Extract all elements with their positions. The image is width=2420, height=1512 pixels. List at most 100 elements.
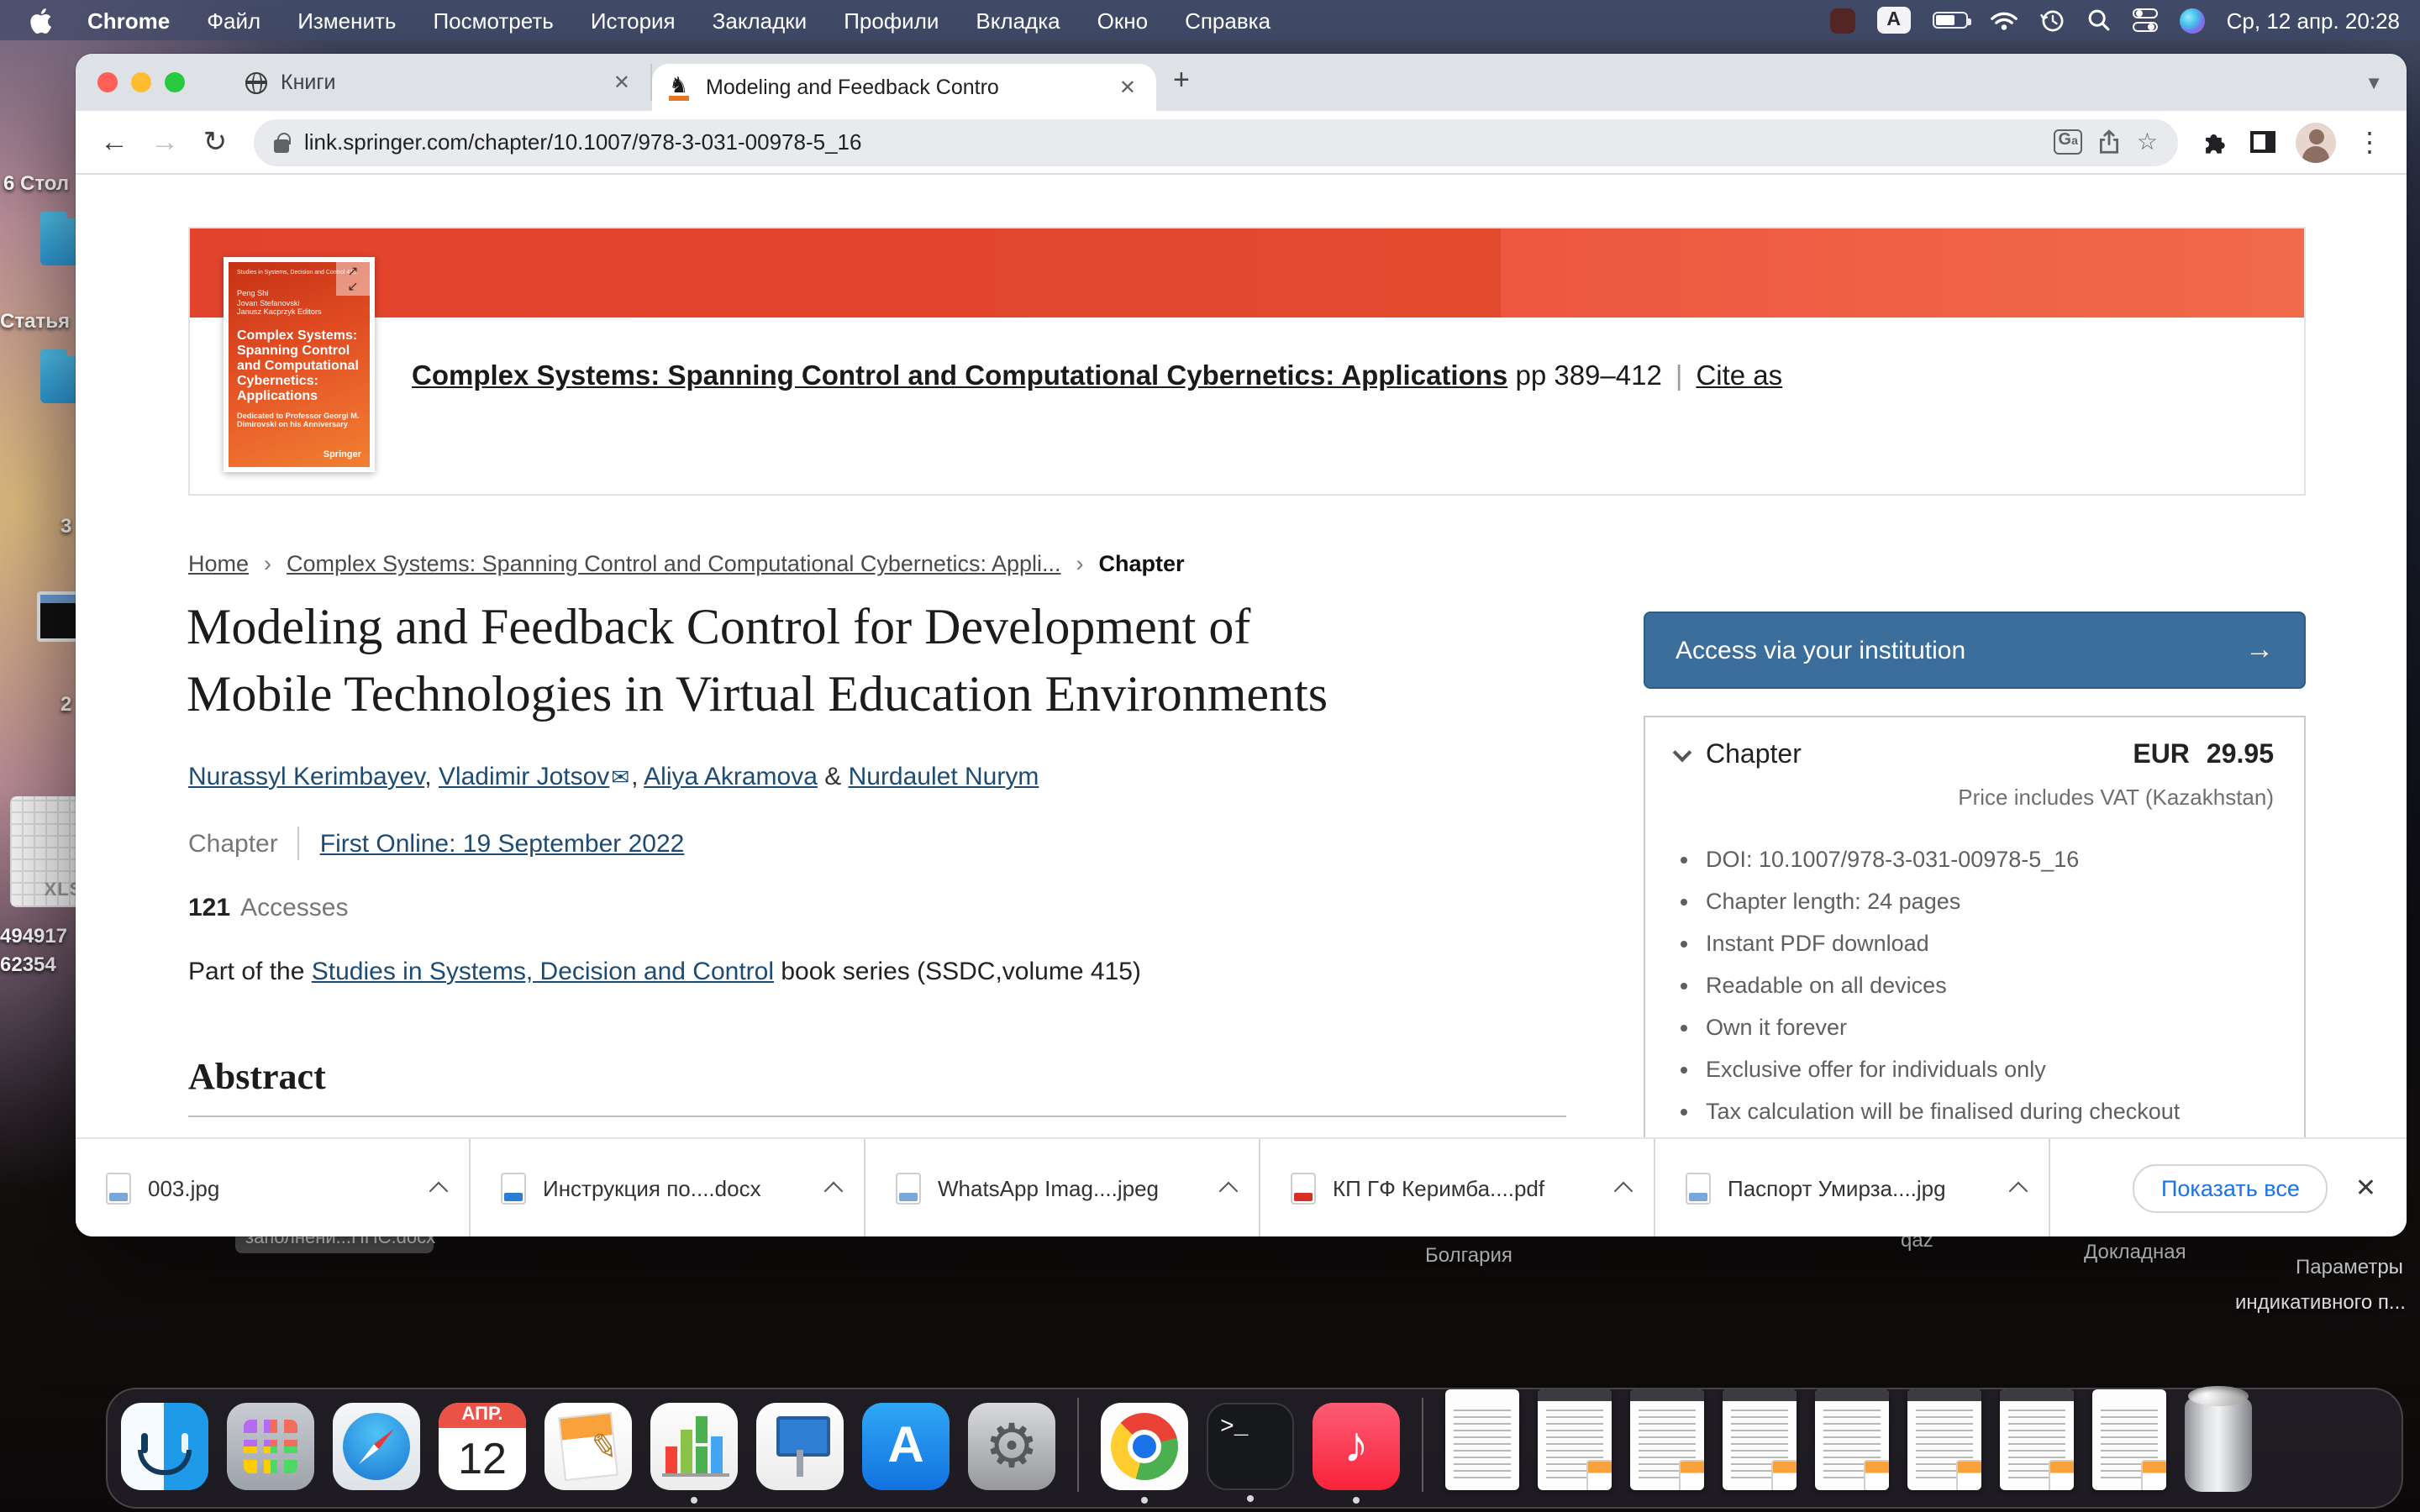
menubar-item-chrome[interactable]: Chrome: [69, 8, 188, 33]
tab-close-icon[interactable]: ✕: [610, 71, 634, 94]
download-menu-chevron-icon[interactable]: [824, 1181, 844, 1200]
download-menu-chevron-icon[interactable]: [2009, 1181, 2028, 1200]
breadcrumb-book-link[interactable]: Complex Systems: Spanning Control and Co…: [287, 551, 1060, 576]
download-menu-chevron-icon[interactable]: [1614, 1181, 1634, 1200]
dock-settings-icon[interactable]: ⚙: [968, 1403, 1055, 1490]
cite-as-link[interactable]: Cite as: [1696, 361, 1782, 391]
dock-terminal-icon[interactable]: >_: [1207, 1403, 1294, 1490]
statusbar-app-icon[interactable]: [1830, 8, 1855, 33]
desktop-label-param1[interactable]: Параметры: [2296, 1255, 2403, 1278]
input-source-badge[interactable]: A: [1877, 7, 1911, 34]
dock-safari-icon[interactable]: [333, 1403, 420, 1490]
new-tab-button[interactable]: +: [1173, 64, 1190, 97]
menubar-item-help[interactable]: Справка: [1166, 8, 1289, 33]
share-icon[interactable]: [2098, 129, 2122, 155]
desktop-label-statya[interactable]: Статья: [0, 309, 70, 333]
spotlight-search-icon[interactable]: [2087, 8, 2111, 32]
dock-launchpad-icon[interactable]: [227, 1403, 314, 1490]
download-item[interactable]: Инструкция по....docx: [471, 1139, 865, 1236]
dock-music-icon[interactable]: ♪: [1313, 1403, 1400, 1490]
desktop-label-dokladnaya[interactable]: Докладная: [2084, 1240, 2186, 1263]
expand-cover-icon[interactable]: ↗↙: [336, 262, 370, 296]
dock-trash-icon[interactable]: [2185, 1398, 2252, 1492]
menubar-item-file[interactable]: Файл: [188, 8, 279, 33]
dock-minimized-document[interactable]: [1815, 1389, 1889, 1490]
download-item[interactable]: WhatsApp Imag....jpeg: [865, 1139, 1260, 1236]
https-lock-icon[interactable]: [274, 139, 289, 152]
email-envelope-icon[interactable]: ✉: [611, 764, 629, 790]
tab-active-chapter[interactable]: ♞ Modeling and Feedback Contro ✕: [652, 64, 1156, 111]
dock-chrome-icon[interactable]: [1101, 1403, 1188, 1490]
show-all-downloads-button[interactable]: Показать все: [2133, 1163, 2328, 1212]
dock-minimized-document[interactable]: [1630, 1389, 1704, 1490]
download-item[interactable]: 003.jpg: [76, 1139, 471, 1236]
apple-menu-icon[interactable]: [30, 8, 52, 33]
control-center-icon[interactable]: [2133, 8, 2158, 32]
profile-avatar[interactable]: [2296, 122, 2336, 162]
back-button[interactable]: ←: [92, 125, 136, 159]
desktop-label-digits2[interactable]: 62354: [0, 953, 56, 976]
tab-close-icon[interactable]: ✕: [1116, 76, 1139, 99]
price-header[interactable]: Chapter EUR 29.95: [1676, 741, 2274, 771]
access-institution-button[interactable]: Access via your institution →: [1644, 612, 2306, 689]
book-title-link[interactable]: Complex Systems: Spanning Control and Co…: [412, 361, 1507, 391]
close-window-button[interactable]: [97, 72, 118, 92]
battery-icon[interactable]: [1933, 12, 1968, 29]
dock-minimized-document[interactable]: [1723, 1389, 1797, 1490]
series-link[interactable]: Studies in Systems, Decision and Control: [312, 958, 774, 986]
download-menu-chevron-icon[interactable]: [1219, 1181, 1239, 1200]
dock-minimized-document[interactable]: [1445, 1389, 1519, 1490]
author-link-jotsov[interactable]: Vladimir Jotsov: [439, 763, 609, 791]
tab-search-chevron-icon[interactable]: ▼: [2365, 74, 2383, 94]
menubar-item-view[interactable]: Посмотреть: [414, 8, 571, 33]
menubar-item-bookmarks[interactable]: Закладки: [694, 8, 826, 33]
menubar-item-profiles[interactable]: Профили: [825, 8, 957, 33]
book-cover[interactable]: Studies in Systems, Decision and Control…: [224, 257, 375, 472]
desktop-label-param2[interactable]: индикативного п...: [2235, 1290, 2406, 1314]
dock-finder-icon[interactable]: [121, 1403, 208, 1490]
wifi-icon[interactable]: [1990, 9, 2018, 31]
dock-minimized-document[interactable]: [1538, 1389, 1612, 1490]
download-item[interactable]: Паспорт Умирза....jpg: [1655, 1139, 2050, 1236]
dock-pages-icon[interactable]: [544, 1403, 632, 1490]
url-text[interactable]: link.springer.com/chapter/10.1007/978-3-…: [304, 129, 2039, 155]
chrome-menu-icon[interactable]: ⋮: [2356, 125, 2383, 159]
close-downloads-bar-icon[interactable]: ✕: [2355, 1173, 2376, 1203]
desktop-label-digits1[interactable]: 494917: [0, 924, 67, 948]
desktop-label-stol[interactable]: 6 Стол: [3, 171, 69, 195]
dock-minimized-document[interactable]: [1907, 1389, 1981, 1490]
siri-icon[interactable]: [2180, 8, 2205, 33]
zoom-window-button[interactable]: [165, 72, 185, 92]
tab-books[interactable]: Книги ✕: [229, 64, 652, 101]
menubar-item-edit[interactable]: Изменить: [279, 8, 414, 33]
dock-minimized-document[interactable]: [2000, 1389, 2074, 1490]
dock-keynote-icon[interactable]: [756, 1403, 844, 1490]
bookmark-star-icon[interactable]: ☆: [2137, 128, 2158, 156]
side-panel-icon[interactable]: [2250, 131, 2275, 153]
first-online-link[interactable]: First Online: 19 September 2022: [320, 829, 685, 858]
download-item[interactable]: КП ГФ Керимба....pdf: [1260, 1139, 1655, 1236]
forward-button[interactable]: →: [143, 125, 187, 159]
extensions-puzzle-icon[interactable]: [2202, 128, 2230, 156]
author-link-kerimbayev[interactable]: Nurassyl Kerimbayev: [188, 763, 424, 791]
minimize-window-button[interactable]: [131, 72, 151, 92]
dock-numbers-icon[interactable]: [650, 1403, 738, 1490]
menubar-item-tab[interactable]: Вкладка: [957, 8, 1078, 33]
time-machine-icon[interactable]: [2040, 8, 2065, 33]
chevron-down-icon[interactable]: [1673, 743, 1692, 763]
dock-minimized-document[interactable]: [2092, 1389, 2166, 1490]
author-link-akramova[interactable]: Aliya Akramova: [644, 763, 818, 791]
menubar-item-history[interactable]: История: [572, 8, 694, 33]
reload-button[interactable]: ↻: [193, 125, 237, 159]
desktop-label-2[interactable]: 2: [60, 692, 71, 716]
translate-icon[interactable]: Ga: [2054, 129, 2083, 155]
desktop-label-bolgaria[interactable]: Болгария: [1425, 1243, 1512, 1267]
menubar-item-window[interactable]: Окно: [1079, 8, 1166, 33]
address-bar[interactable]: link.springer.com/chapter/10.1007/978-3-…: [254, 118, 2178, 165]
download-menu-chevron-icon[interactable]: [429, 1181, 449, 1200]
author-link-nurym[interactable]: Nurdaulet Nurym: [849, 763, 1039, 791]
dock-appstore-icon[interactable]: A: [862, 1403, 950, 1490]
desktop-label-3[interactable]: 3: [60, 514, 71, 538]
menubar-clock[interactable]: Ср, 12 апр. 20:28: [2227, 8, 2400, 33]
dock-calendar-icon[interactable]: АПР. 12: [439, 1403, 526, 1490]
